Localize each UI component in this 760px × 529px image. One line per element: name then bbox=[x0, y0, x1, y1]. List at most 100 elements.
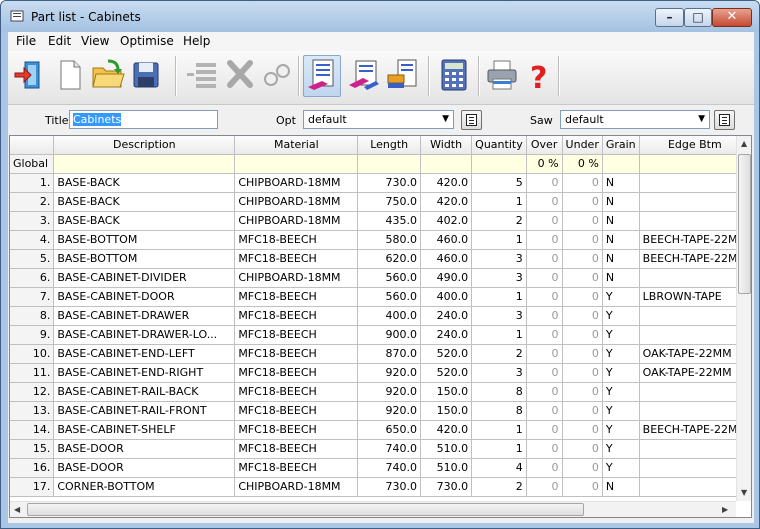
under-cell[interactable]: 0 bbox=[562, 382, 603, 402]
column-header-grain[interactable]: Grain bbox=[602, 136, 640, 155]
edge-btm-cell[interactable] bbox=[639, 477, 751, 497]
quantity-cell[interactable]: 3 bbox=[471, 249, 527, 269]
over-cell[interactable]: 0 bbox=[526, 382, 563, 402]
description-cell[interactable]: BASE-CABINET-DOOR bbox=[53, 287, 236, 307]
quantity-cell[interactable]: 1 bbox=[471, 192, 527, 212]
quantity-cell[interactable]: 1 bbox=[471, 287, 527, 307]
over-cell[interactable]: 0 bbox=[526, 192, 563, 212]
table-row[interactable]: 6. BASE-CABINET-DIVIDER CHIPBOARD-18MM 560.… bbox=[10, 268, 751, 288]
length-cell[interactable]: 580.0 bbox=[357, 230, 422, 250]
width-cell[interactable]: 150.0 bbox=[420, 382, 473, 402]
global-material-cell[interactable] bbox=[234, 154, 359, 174]
menu-edit[interactable]: Edit bbox=[48, 34, 71, 48]
edge-btm-cell[interactable] bbox=[639, 211, 751, 231]
width-cell[interactable]: 520.0 bbox=[420, 363, 473, 383]
material-cell[interactable]: CHIPBOARD-18MM bbox=[234, 211, 359, 231]
scroll-up-icon[interactable]: ▲ bbox=[741, 139, 747, 148]
material-cell[interactable]: MFC18-BEECH bbox=[234, 382, 359, 402]
table-row[interactable]: 3. BASE-BACK CHIPBOARD-18MM 435.0 402.0 2 0 0 N bbox=[10, 211, 751, 231]
width-cell[interactable]: 460.0 bbox=[420, 230, 473, 250]
width-cell[interactable]: 400.0 bbox=[420, 287, 473, 307]
menu-help[interactable]: Help bbox=[183, 34, 210, 48]
saw-select[interactable]: default ▼ bbox=[560, 110, 710, 129]
quantity-cell[interactable]: 2 bbox=[471, 344, 527, 364]
width-cell[interactable]: 420.0 bbox=[420, 420, 473, 440]
column-header-description[interactable]: Description bbox=[53, 136, 236, 155]
length-cell[interactable]: 620.0 bbox=[357, 249, 422, 269]
opt-edit-button[interactable] bbox=[461, 110, 482, 130]
table-row[interactable]: 16. BASE-DOOR MFC18-BEECH 740.0 510.0 4 0 0 Y bbox=[10, 458, 751, 478]
length-cell[interactable]: 870.0 bbox=[357, 344, 422, 364]
grain-cell[interactable]: N bbox=[602, 268, 640, 288]
column-header-quantity[interactable]: Quantity bbox=[471, 136, 527, 155]
edge-btm-cell[interactable] bbox=[639, 382, 751, 402]
grain-cell[interactable]: Y bbox=[602, 306, 640, 326]
grain-cell[interactable]: N bbox=[602, 173, 640, 193]
grain-cell[interactable]: N bbox=[602, 230, 640, 250]
help-icon[interactable]: ? bbox=[520, 57, 556, 93]
length-cell[interactable]: 560.0 bbox=[357, 268, 422, 288]
table-row[interactable]: 15. BASE-DOOR MFC18-BEECH 740.0 510.0 1 0 0 Y bbox=[10, 439, 751, 459]
column-header-material[interactable]: Material bbox=[234, 136, 359, 155]
quantity-cell[interactable]: 2 bbox=[471, 477, 527, 497]
table-row[interactable]: 10. BASE-CABINET-END-LEFT MFC18-BEECH 870.0… bbox=[10, 344, 751, 364]
length-cell[interactable]: 435.0 bbox=[357, 211, 422, 231]
width-cell[interactable]: 730.0 bbox=[420, 477, 473, 497]
material-cell[interactable]: MFC18-BEECH bbox=[234, 401, 359, 421]
grain-cell[interactable]: N bbox=[602, 477, 640, 497]
table-row[interactable]: 9. BASE-CABINET-DRAWER-LO... MFC18-BEECH 90… bbox=[10, 325, 751, 345]
quantity-cell[interactable]: 1 bbox=[471, 420, 527, 440]
find-icon[interactable] bbox=[258, 57, 294, 93]
width-cell[interactable]: 460.0 bbox=[420, 249, 473, 269]
global-quantity-cell[interactable] bbox=[471, 154, 527, 174]
corner-header[interactable] bbox=[10, 136, 55, 155]
quantity-cell[interactable]: 5 bbox=[471, 173, 527, 193]
under-cell[interactable]: 0 bbox=[562, 363, 603, 383]
table-row[interactable]: 12. BASE-CABINET-RAIL-BACK MFC18-BEECH 920.… bbox=[10, 382, 751, 402]
under-cell[interactable]: 0 bbox=[562, 249, 603, 269]
title-input[interactable]: Cabinets bbox=[69, 110, 218, 129]
material-cell[interactable]: CHIPBOARD-18MM bbox=[234, 173, 359, 193]
quantity-cell[interactable]: 1 bbox=[471, 439, 527, 459]
global-description-cell[interactable] bbox=[53, 154, 236, 174]
print-icon[interactable] bbox=[484, 57, 520, 93]
grain-cell[interactable]: Y bbox=[602, 287, 640, 307]
global-grain-cell[interactable] bbox=[602, 154, 640, 174]
under-cell[interactable]: 0 bbox=[562, 287, 603, 307]
length-cell[interactable]: 560.0 bbox=[357, 287, 422, 307]
table-row[interactable]: 11. BASE-CABINET-END-RIGHT MFC18-BEECH 920.… bbox=[10, 363, 751, 383]
column-header-edge-btm[interactable]: Edge Btm bbox=[639, 136, 751, 155]
length-cell[interactable]: 740.0 bbox=[357, 439, 422, 459]
width-cell[interactable]: 402.0 bbox=[420, 211, 473, 231]
edit-parts-icon[interactable] bbox=[346, 57, 382, 93]
table-row[interactable]: 17. CORNER-BOTTOM CHIPBOARD-18MM 730.0 730.0… bbox=[10, 477, 751, 497]
grain-cell[interactable]: Y bbox=[602, 401, 640, 421]
material-cell[interactable]: MFC18-BEECH bbox=[234, 325, 359, 345]
table-row[interactable]: 1. BASE-BACK CHIPBOARD-18MM 730.0 420.0 5 0 0 N bbox=[10, 173, 751, 193]
quantity-cell[interactable]: 4 bbox=[471, 458, 527, 478]
under-cell[interactable]: 0 bbox=[562, 268, 603, 288]
under-cell[interactable]: 0 bbox=[562, 401, 603, 421]
grain-cell[interactable]: N bbox=[602, 211, 640, 231]
maximize-button[interactable]: □ bbox=[684, 8, 712, 27]
cut-icon[interactable] bbox=[222, 57, 258, 93]
quantity-cell[interactable]: 3 bbox=[471, 268, 527, 288]
over-cell[interactable]: 0 bbox=[526, 268, 563, 288]
table-row[interactable]: 14. BASE-CABINET-SHELF MFC18-BEECH 650.0 420… bbox=[10, 420, 751, 440]
scroll-right-icon[interactable]: ▶ bbox=[722, 505, 728, 514]
under-cell[interactable]: 0 bbox=[562, 173, 603, 193]
description-cell[interactable]: BASE-CABINET-RAIL-BACK bbox=[53, 382, 236, 402]
over-cell[interactable]: 0 bbox=[526, 439, 563, 459]
grain-cell[interactable]: Y bbox=[602, 325, 640, 345]
width-cell[interactable]: 520.0 bbox=[420, 344, 473, 364]
under-cell[interactable]: 0 bbox=[562, 439, 603, 459]
material-cell[interactable]: MFC18-BEECH bbox=[234, 230, 359, 250]
column-header-width[interactable]: Width bbox=[420, 136, 473, 155]
width-cell[interactable]: 240.0 bbox=[420, 325, 473, 345]
width-cell[interactable]: 420.0 bbox=[420, 192, 473, 212]
grain-cell[interactable]: Y bbox=[602, 363, 640, 383]
grain-cell[interactable]: Y bbox=[602, 458, 640, 478]
edge-btm-cell[interactable] bbox=[639, 439, 751, 459]
edge-btm-cell[interactable]: BEECH-TAPE-22MM bbox=[639, 230, 751, 250]
under-cell[interactable]: 0 bbox=[562, 325, 603, 345]
